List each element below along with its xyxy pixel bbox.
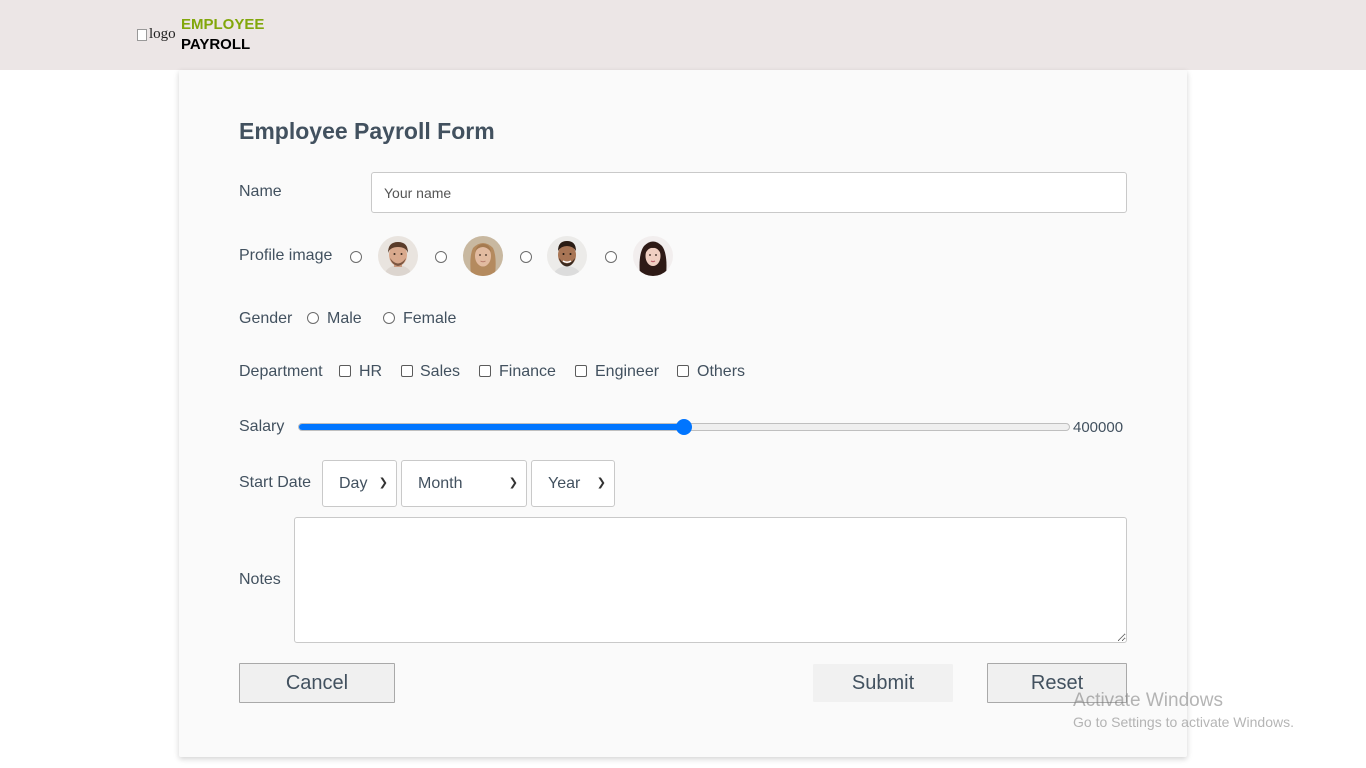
department-finance-checkbox[interactable]	[479, 365, 491, 377]
department-hr-checkbox[interactable]	[339, 365, 351, 377]
start-date-label: Start Date	[239, 474, 312, 491]
day-select[interactable]: Day ❯	[322, 460, 397, 507]
department-finance-label: Finance	[499, 363, 556, 380]
profile-avatar-1[interactable]	[378, 236, 418, 276]
chevron-down-icon: ❯	[596, 477, 606, 489]
month-select[interactable]: Month ❯	[401, 460, 527, 507]
avatar-man-2-icon	[547, 236, 587, 276]
profile-3-radio[interactable]	[520, 251, 532, 263]
logo-image: logo	[137, 26, 176, 43]
salary-value: 400000	[1073, 419, 1124, 436]
salary-label: Salary	[239, 418, 285, 435]
profile-avatar-4[interactable]	[633, 236, 673, 276]
gender-female-radio[interactable]	[383, 312, 395, 324]
notes-textarea[interactable]	[294, 517, 1127, 643]
profile-avatar-3[interactable]	[547, 236, 587, 276]
avatar-man-1-icon	[378, 236, 418, 276]
activation-watermark-subtitle: Go to Settings to activate Windows.	[1073, 714, 1294, 730]
form-title: Employee Payroll Form	[239, 118, 495, 144]
profile-4-radio[interactable]	[605, 251, 617, 263]
profile-1-radio[interactable]	[350, 251, 362, 263]
profile-image-label: Profile image	[239, 247, 333, 264]
brand-name: EMPLOYEE PAYROLL	[181, 15, 264, 55]
day-select-value: Day	[339, 474, 368, 492]
avatar-woman-1-icon	[463, 236, 503, 276]
department-engineer-checkbox[interactable]	[575, 365, 587, 377]
chevron-down-icon: ❯	[508, 477, 518, 489]
app-header: logo EMPLOYEE PAYROLL	[0, 0, 1366, 70]
brand-line-payroll: PAYROLL	[181, 36, 251, 53]
notes-label: Notes	[239, 571, 281, 588]
department-hr-label: HR	[359, 363, 383, 380]
month-select-value: Month	[418, 474, 463, 492]
salary-slider-fill	[299, 424, 684, 430]
gender-label: Gender	[239, 310, 293, 327]
gender-male-radio[interactable]	[307, 312, 319, 324]
year-select-value: Year	[548, 474, 581, 492]
cancel-button[interactable]: Cancel	[239, 663, 395, 703]
year-select[interactable]: Year ❯	[531, 460, 615, 507]
department-engineer-label: Engineer	[595, 363, 660, 380]
logo-alt-text: logo	[149, 26, 176, 42]
department-others-label: Others	[697, 363, 746, 380]
brand-line-employee: EMPLOYEE	[181, 16, 265, 33]
salary-slider-thumb[interactable]	[676, 419, 692, 435]
department-sales-label: Sales	[420, 363, 461, 380]
department-sales-checkbox[interactable]	[401, 365, 413, 377]
name-input[interactable]	[371, 172, 1127, 213]
submit-button[interactable]: Submit	[813, 664, 953, 702]
chevron-down-icon: ❯	[378, 477, 388, 489]
gender-female-label: Female	[403, 310, 457, 327]
gender-male-label: Male	[327, 310, 362, 327]
department-label: Department	[239, 363, 323, 380]
broken-image-icon	[137, 28, 147, 41]
name-label: Name	[239, 183, 282, 200]
activation-watermark-title: Activate Windows	[1073, 690, 1223, 711]
profile-2-radio[interactable]	[435, 251, 447, 263]
profile-avatar-2[interactable]	[463, 236, 503, 276]
avatar-woman-2-icon	[633, 236, 673, 276]
department-others-checkbox[interactable]	[677, 365, 689, 377]
